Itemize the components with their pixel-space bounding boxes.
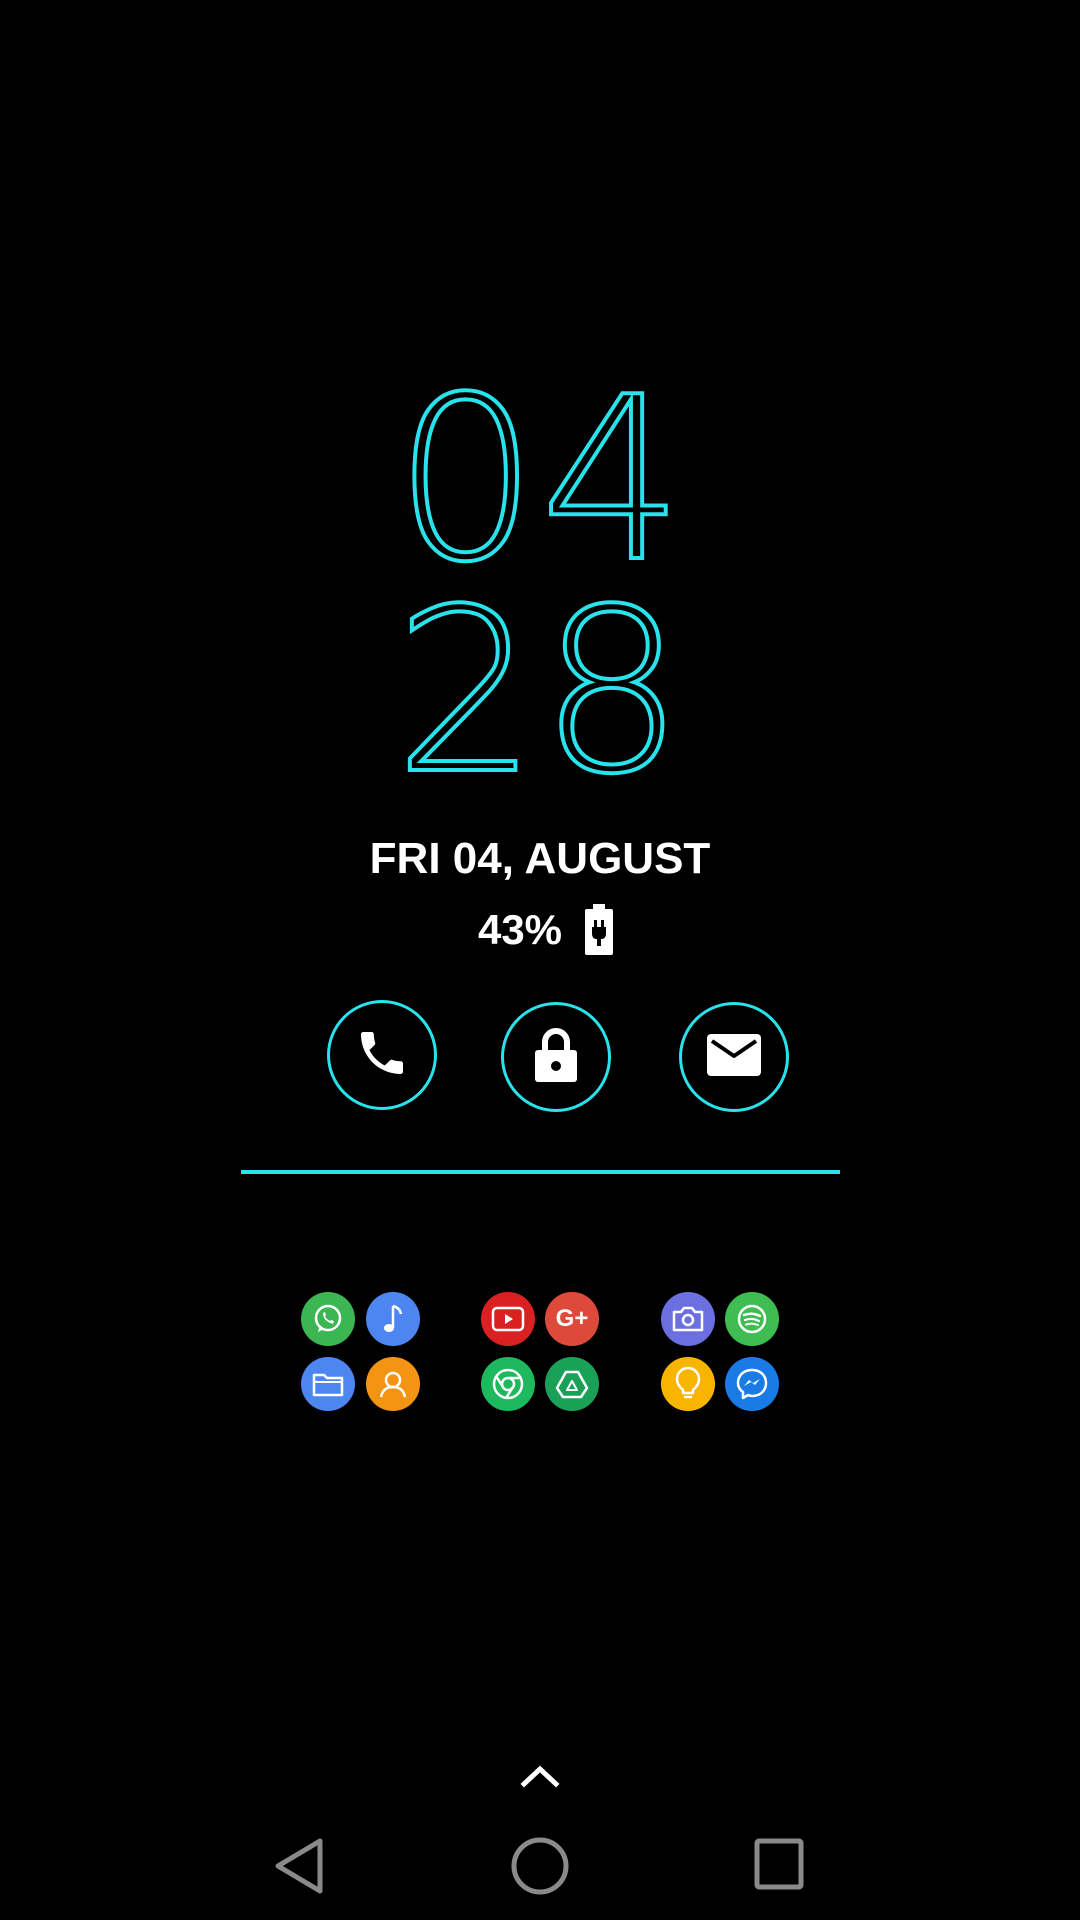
- mail-icon: [707, 1033, 761, 1081]
- youtube-shortcut[interactable]: [481, 1292, 535, 1346]
- music-shortcut[interactable]: [366, 1292, 420, 1346]
- lock-button[interactable]: [501, 1002, 611, 1112]
- home-circle-icon: [510, 1837, 570, 1900]
- spotify-icon: [735, 1302, 769, 1336]
- music-note-icon: [378, 1302, 408, 1336]
- clock-minutes: 28: [392, 561, 686, 824]
- lock-icon: [533, 1027, 579, 1088]
- whatsapp-shortcut[interactable]: [301, 1292, 355, 1346]
- back-button[interactable]: [272, 1836, 328, 1901]
- tips-shortcut[interactable]: [661, 1357, 715, 1411]
- messenger-shortcut[interactable]: [725, 1357, 779, 1411]
- divider-line: [241, 1170, 840, 1174]
- folder-icon: [311, 1370, 345, 1398]
- lightbulb-icon: [673, 1366, 703, 1402]
- files-shortcut[interactable]: [301, 1357, 355, 1411]
- contact-icon: [376, 1367, 410, 1401]
- recent-square-icon: [753, 1838, 805, 1896]
- chevron-up-icon: [519, 1765, 561, 1794]
- mail-button[interactable]: [679, 1002, 789, 1112]
- camera-shortcut[interactable]: [661, 1292, 715, 1346]
- recent-apps-button[interactable]: [753, 1836, 805, 1897]
- spotify-shortcut[interactable]: [725, 1292, 779, 1346]
- date-label: FRI 04, AUGUST: [369, 834, 711, 883]
- whatsapp-icon: [311, 1302, 345, 1336]
- messenger-icon: [734, 1366, 770, 1402]
- drive-shortcut[interactable]: [545, 1357, 599, 1411]
- phone-icon: [354, 1025, 410, 1086]
- battery-percent: 43%: [477, 906, 563, 953]
- back-triangle-icon: [272, 1838, 328, 1900]
- drive-icon: [554, 1368, 590, 1400]
- swipe-up-indicator[interactable]: [519, 1760, 561, 1795]
- home-button[interactable]: [510, 1836, 570, 1901]
- google-plus-icon: G+: [555, 1305, 589, 1332]
- chrome-icon: [490, 1366, 526, 1402]
- contacts-shortcut[interactable]: [366, 1357, 420, 1411]
- google-plus-shortcut[interactable]: G+: [545, 1292, 599, 1346]
- chrome-shortcut[interactable]: [481, 1357, 535, 1411]
- camera-icon: [671, 1304, 705, 1334]
- battery-charging-icon: [584, 904, 614, 956]
- youtube-icon: [491, 1306, 525, 1332]
- phone-button[interactable]: [327, 1000, 437, 1110]
- battery-status: 43%: [0, 904, 1080, 956]
